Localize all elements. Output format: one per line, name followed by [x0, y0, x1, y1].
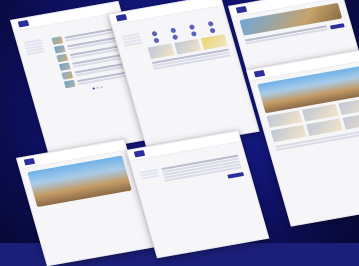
- submit-button[interactable]: [227, 172, 245, 179]
- primary-button[interactable]: [329, 22, 345, 29]
- result-thumbnail: [61, 71, 74, 80]
- sidebar: [121, 32, 143, 48]
- thumbnail-card[interactable]: [342, 112, 359, 130]
- sidebar: [23, 38, 46, 57]
- gallery-card[interactable]: [174, 38, 202, 55]
- result-thumbnail: [63, 79, 76, 89]
- service-icon: [190, 31, 198, 37]
- pagination-dot[interactable]: [96, 86, 99, 89]
- service-icon: [188, 24, 196, 30]
- site-logo: [115, 13, 128, 22]
- sidebar: [139, 168, 160, 181]
- service-icon: [151, 30, 158, 37]
- site-logo: [133, 149, 146, 158]
- result-thumbnail: [53, 45, 66, 54]
- site-logo: [17, 19, 30, 28]
- gallery-card[interactable]: [147, 43, 175, 60]
- service-icon: [170, 27, 177, 34]
- service-icon: [172, 34, 179, 41]
- pagination-dot[interactable]: [100, 85, 103, 89]
- result-thumbnail: [51, 36, 64, 45]
- content: [143, 18, 231, 71]
- result-thumbnail: [56, 53, 69, 63]
- service-icon: [207, 20, 214, 27]
- site-logo: [23, 157, 36, 166]
- site-logo: [253, 69, 266, 78]
- page-card: [246, 49, 359, 227]
- form-area: [161, 154, 245, 190]
- thumbnail-card[interactable]: [338, 97, 359, 116]
- result-thumbnail: [58, 62, 71, 71]
- pagination-dot[interactable]: [92, 87, 96, 90]
- collage-stage: [0, 0, 359, 266]
- gallery-card[interactable]: [200, 34, 228, 50]
- site-logo: [235, 5, 248, 14]
- service-icon: [153, 37, 160, 44]
- service-icon: [209, 27, 216, 34]
